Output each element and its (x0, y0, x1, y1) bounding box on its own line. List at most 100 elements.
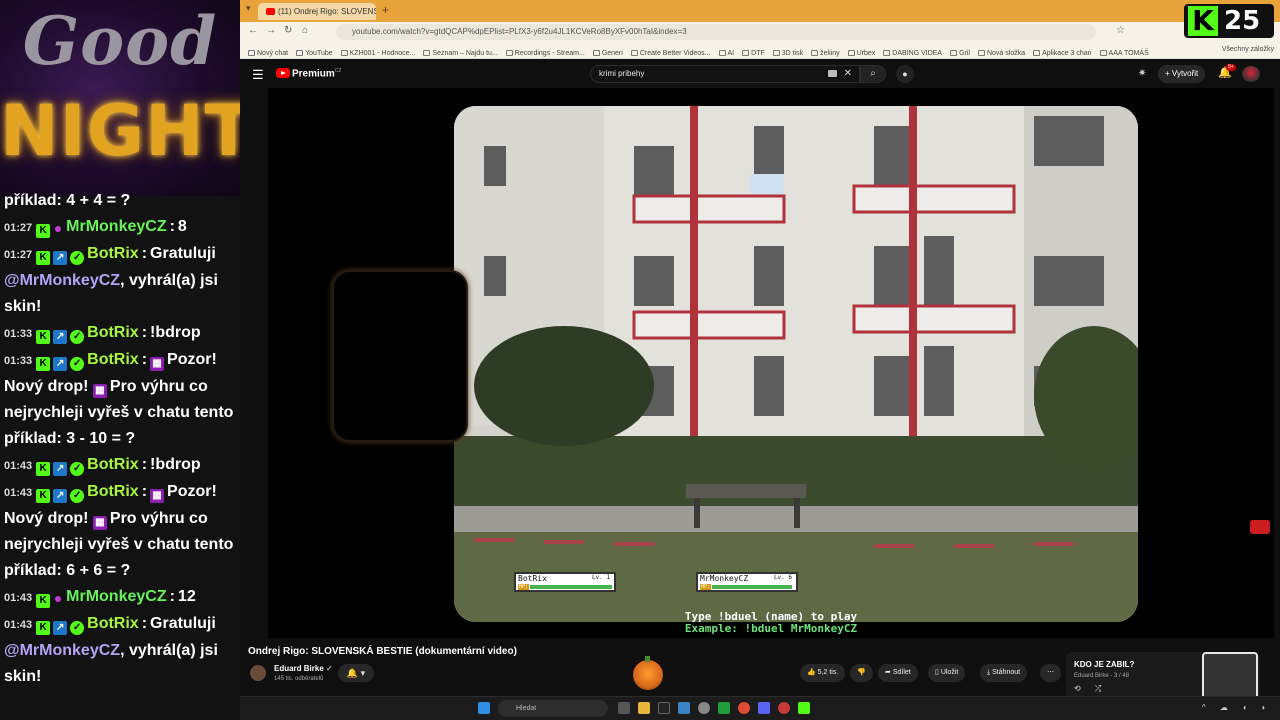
verified-badge-icon: ✓ (70, 621, 85, 635)
tiktok-icon[interactable] (658, 702, 670, 714)
playlist-controls[interactable]: ⟲ ⤮ (1074, 684, 1107, 694)
night-text: NIGHT (0, 90, 240, 172)
folder-icon (505, 50, 513, 56)
url-input[interactable]: youtube.com/watch?v=gtdQCAP%dpEPlist=PLf… (336, 24, 1096, 40)
home-icon[interactable]: ⌂ (302, 25, 308, 36)
tab-search-icon[interactable]: ▾ (246, 3, 256, 14)
create-button[interactable]: + Vytvořit (1158, 65, 1206, 83)
bookmark-item[interactable]: AAA TOMÁŠ (1099, 46, 1149, 58)
mod-badge-icon: ↗ (53, 462, 68, 476)
thumbs-down-icon: 👎 (857, 669, 866, 676)
sub-emote-icon: ▦ (92, 516, 107, 530)
bookmark-item[interactable]: Recordings - Stream... (505, 46, 585, 58)
tab-youtube[interactable]: (11) Ondrej Rigo: SLOVENSK 🔊 ✕ (258, 3, 376, 20)
youtube-logo[interactable]: PremiumCZ (276, 68, 341, 79)
folder-icon (950, 50, 958, 56)
channel-avatar[interactable] (250, 665, 266, 681)
good-night-banner: Good NIGHT (0, 0, 240, 196)
bookmark-item[interactable]: DABING VIDEA (883, 46, 942, 58)
keyboard-icon[interactable] (828, 70, 837, 77)
store-icon[interactable] (678, 702, 690, 714)
all-bookmarks-button[interactable]: Všechny záložky (1222, 42, 1274, 58)
bookmark-item[interactable]: YouTube (296, 46, 333, 58)
notification-badge: 9+ (1226, 64, 1236, 71)
verified-badge-icon: ✓ (70, 357, 85, 371)
bookmark-item[interactable]: 3D tisk (772, 46, 803, 58)
chat-text: 8 (177, 218, 187, 235)
search-button[interactable]: ⌕ (860, 65, 886, 83)
discord-icon[interactable] (758, 702, 770, 714)
star-icon[interactable]: ☆ (1116, 25, 1125, 36)
dislike-button[interactable]: 👎 (850, 664, 873, 682)
menu-icon[interactable]: ☰ (252, 67, 264, 83)
kick-viewer-counter: K 25 (1184, 4, 1274, 38)
download-button[interactable]: ⤓ Stáhnout (980, 664, 1028, 682)
bookmark-item[interactable]: Seznam – Najdu tu... (423, 46, 498, 58)
gear-icon[interactable]: ✷ (1138, 68, 1146, 79)
channel-name[interactable]: Eduard Birke ✓ (274, 664, 333, 673)
avatar[interactable] (1242, 66, 1260, 82)
chat-username[interactable]: BotRix (87, 351, 139, 368)
chat-username[interactable]: MrMonkeyCZ (66, 588, 166, 605)
mic-badge-icon: ● (53, 590, 63, 606)
search-input[interactable]: krimi pribehy ✕ (590, 65, 860, 83)
player-level: Lv. 1 (591, 574, 610, 581)
subscribe-bell-button[interactable]: 🔔 ▾ (338, 664, 374, 682)
youtube-play-icon (276, 68, 290, 79)
chat-username[interactable]: BotRix (87, 483, 139, 500)
system-tray[interactable]: ^ ☁ ◖ ◗ (1202, 703, 1272, 712)
bookmark-item[interactable]: Create Better Videos... (630, 46, 711, 58)
save-button[interactable]: ▯ Uložit (928, 664, 966, 682)
voice-search-icon[interactable]: ● (896, 65, 914, 83)
webcam-overlay (332, 270, 468, 442)
chat-username[interactable]: BotRix (87, 324, 139, 341)
xbox-icon[interactable] (718, 702, 730, 714)
thumbs-up-icon: 👍 (807, 669, 816, 676)
reload-icon[interactable]: ↻ (284, 25, 292, 36)
chat-username[interactable]: MrMonkeyCZ (66, 218, 166, 235)
bookmark-item[interactable]: Nový chat (248, 46, 288, 58)
sub-emote-icon: ▦ (150, 357, 165, 371)
chrome-icon[interactable] (738, 702, 750, 714)
bookmark-item[interactable]: DTF (742, 46, 765, 58)
file-explorer-icon[interactable] (638, 702, 650, 714)
download-icon: ⤓ (987, 669, 991, 676)
folder-icon (340, 50, 348, 56)
task-view-icon[interactable] (618, 702, 630, 714)
video-player[interactable]: BotRix Lv. 1 HP: MrMonkeyCZ Lv. 6 HP: Ty… (268, 88, 1274, 638)
bookmark-item[interactable]: Aplikace 3 chari (1033, 46, 1092, 58)
windows-start-icon[interactable] (478, 702, 490, 714)
chat-username[interactable]: BotRix (87, 245, 139, 262)
youtube-side-icon[interactable] (1250, 520, 1270, 534)
hp-label: HP: (700, 584, 712, 590)
new-tab-button[interactable]: + (382, 3, 389, 17)
chat-mention[interactable]: @MrMonkeyCZ (4, 642, 120, 659)
chat-username[interactable]: BotRix (87, 615, 139, 632)
chat-username[interactable]: BotRix (87, 456, 139, 473)
chat-mention[interactable]: @MrMonkeyCZ (4, 272, 120, 289)
bookmark-item[interactable]: KZH001 - Hodnoce... (340, 46, 415, 58)
kick-app-icon[interactable] (798, 702, 810, 714)
bookmark-item[interactable]: Generi (592, 46, 623, 58)
video-title: Ondrej Rigo: SLOVENSKÁ BESTIE (dokumentá… (248, 646, 517, 657)
bookmark-item[interactable]: Nová složka (977, 46, 1025, 58)
back-icon[interactable]: ← (248, 25, 258, 36)
share-button[interactable]: ➦ Sdílet (878, 664, 918, 682)
mod-badge-icon: ↗ (53, 251, 68, 265)
app-icon[interactable] (778, 702, 790, 714)
chat-time: 01:43 (4, 487, 33, 499)
clear-search-icon[interactable]: ✕ (844, 66, 852, 82)
more-button[interactable]: ⋯ (1040, 664, 1061, 682)
like-button[interactable]: 👍 5,2 tis. (800, 664, 846, 682)
bookmark-item[interactable]: Urbex (847, 46, 875, 58)
bookmark-item[interactable]: AI (718, 46, 734, 58)
forward-icon[interactable]: → (266, 25, 276, 36)
bookmarks-bar: Nový chat YouTube KZH001 - Hodnoce... Sezna… (240, 42, 1280, 59)
folder-icon (1033, 50, 1041, 56)
bookmark-item[interactable]: Gril (950, 46, 970, 58)
sub-emote-icon: ▦ (92, 384, 107, 398)
taskbar-search[interactable]: Hledat (498, 700, 608, 717)
settings-icon[interactable] (698, 702, 710, 714)
bookmark-item[interactable]: želiiny (811, 46, 840, 58)
verified-badge-icon: ✓ (70, 251, 85, 265)
